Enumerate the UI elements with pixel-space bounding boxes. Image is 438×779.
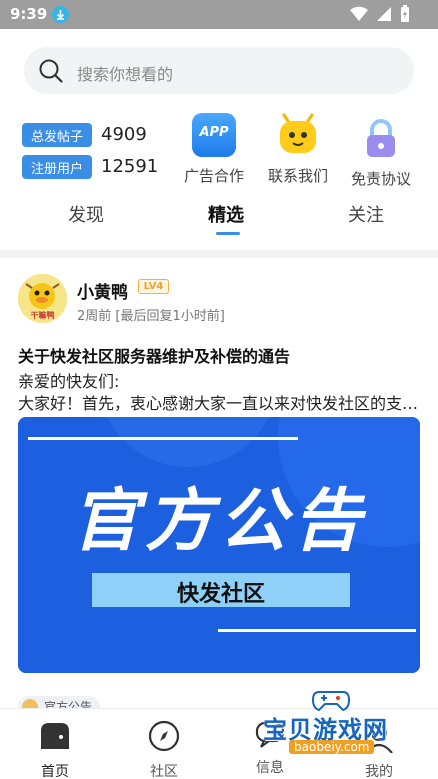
- download-icon: [52, 6, 69, 23]
- gamepad-icon: [311, 691, 351, 712]
- disclaimer-button[interactable]: 免责协议: [341, 116, 421, 189]
- post-title[interactable]: 关于快发社区服务器维护及补偿的通告: [18, 343, 290, 367]
- avatar[interactable]: 干嘛鸭: [18, 274, 67, 323]
- tab-featured[interactable]: 精选: [208, 201, 244, 227]
- status-time: 9:39: [10, 5, 48, 23]
- search-input[interactable]: 搜索你想看的: [24, 47, 414, 94]
- search-placeholder: 搜索你想看的: [77, 65, 174, 84]
- contact-us-label: 联系我们: [267, 167, 328, 185]
- section-divider: [0, 250, 438, 258]
- post-body-line-1: 亲爱的快友们:: [18, 372, 120, 391]
- banner-subtitle: 快发社区: [176, 582, 265, 607]
- nav-community-label: 社区: [150, 764, 178, 779]
- post-body-line-2: 大家好！首先，衷心感谢大家一直以来对快发社区的支持与厚爱: [18, 394, 420, 413]
- post-meta: 2周前 [最后回复1小时前]: [77, 309, 225, 324]
- tab-indicator: [216, 232, 240, 235]
- nav-community[interactable]: 社区: [129, 719, 199, 779]
- disclaimer-label: 免责协议: [350, 170, 411, 188]
- post-banner-image[interactable]: 官方公告 快发社区: [18, 417, 420, 673]
- avatar-caption: 干嘛鸭: [30, 311, 55, 320]
- status-bar: 9:39: [0, 0, 438, 29]
- app-icon: APP: [192, 113, 236, 157]
- robot-icon: [276, 113, 320, 157]
- tab-discover[interactable]: 发现: [68, 201, 104, 227]
- ad-cooperation-button[interactable]: APP 广告合作: [174, 113, 254, 186]
- banner-title: 官方公告: [70, 482, 367, 561]
- author-name[interactable]: 小黄鸭: [77, 278, 128, 303]
- compass-icon: [148, 720, 180, 752]
- search-icon: [38, 58, 64, 88]
- watermark-logo: 宝贝游戏网 baobeiy.com: [255, 686, 415, 766]
- status-icons: [350, 5, 410, 23]
- total-posts-badge: 总发帖子: [22, 123, 92, 147]
- ad-cooperation-label: 广告合作: [183, 167, 244, 185]
- wifi-icon: [350, 6, 368, 22]
- home-icon: [41, 723, 69, 749]
- total-posts-count: 4909: [101, 124, 147, 145]
- watermark-url: baobeiy.com: [289, 740, 375, 754]
- registered-users-count: 12591: [101, 156, 159, 177]
- feed-tabs: 发现 精选 关注: [0, 201, 438, 237]
- level-badge: LV4: [138, 279, 169, 294]
- banner-subtitle-box: 快发社区: [92, 573, 350, 607]
- tab-following[interactable]: 关注: [348, 201, 384, 227]
- signal-icon: [377, 7, 391, 21]
- battery-icon: [401, 5, 409, 22]
- lock-icon: [359, 116, 403, 160]
- app-icon-text: APP: [199, 125, 229, 140]
- registered-users-badge: 注册用户: [22, 155, 92, 179]
- nav-home[interactable]: 首页: [20, 719, 90, 779]
- nav-home-label: 首页: [41, 764, 69, 779]
- contact-us-button[interactable]: 联系我们: [258, 113, 338, 186]
